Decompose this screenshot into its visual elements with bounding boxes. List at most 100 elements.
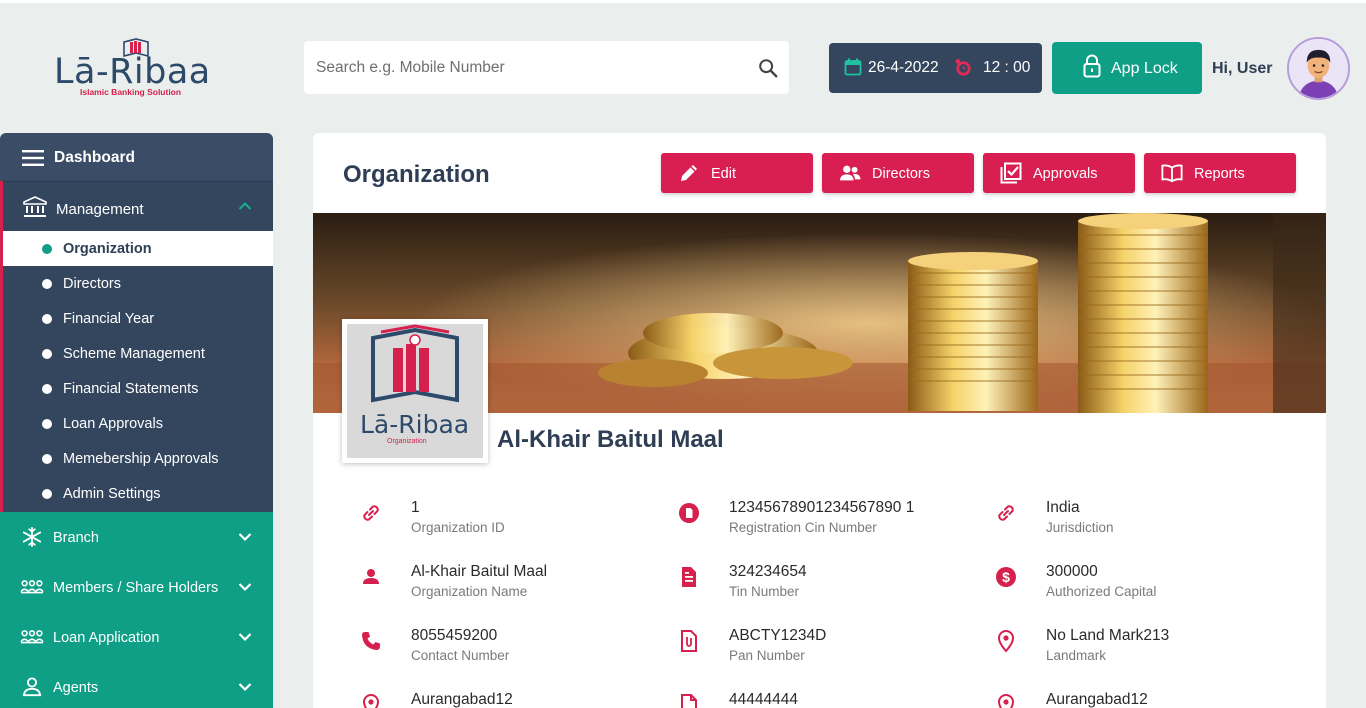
field-address: Aurangabad12 (359, 691, 659, 708)
chevron-down-icon[interactable] (238, 632, 252, 642)
sidebar-subitem-label: Memebership Approvals (63, 451, 219, 467)
organization-logo[interactable]: Lā-Ribaa Organization (342, 319, 488, 463)
approvals-button[interactable]: Approvals (983, 153, 1135, 193)
calendar-icon (844, 58, 862, 76)
phone-icon (362, 632, 380, 650)
field-value: ABCTY1234D (729, 627, 827, 644)
sidebar-item-label: Agents (53, 680, 99, 696)
sidebar-item-label: Members / Share Holders (53, 580, 219, 596)
field-document-number: 44444444 (677, 691, 977, 708)
edit-button-label: Edit (711, 166, 736, 182)
field-value: 8055459200 (411, 627, 498, 644)
sidebar-item-branch[interactable]: Branch (0, 512, 273, 562)
sidebar-subitem-label: Directors (63, 276, 122, 292)
sidebar-item-dashboard[interactable]: Dashboard (0, 133, 273, 181)
file-attach-icon (681, 630, 697, 652)
field-label: Registration Cin Number (729, 520, 877, 535)
field-contact-number: 8055459200 Contact Number (359, 627, 659, 672)
field-organization-id: 1 Organization ID (359, 499, 659, 544)
top-edge (0, 0, 1366, 3)
field-label: Contact Number (411, 648, 510, 663)
chevron-down-icon[interactable] (238, 532, 252, 542)
sidebar-item-label: Branch (53, 530, 99, 546)
link-icon (998, 505, 1014, 521)
field-value: India (1046, 499, 1080, 516)
users-group-icon (20, 580, 44, 594)
people-icon (839, 165, 861, 181)
reports-button[interactable]: Reports (1144, 153, 1296, 193)
logo-tagline: Islamic Banking Solution (80, 87, 182, 97)
field-value: 1 (411, 499, 420, 516)
field-value: 12345678901234567890 1 (729, 499, 915, 516)
field-label: Organization ID (411, 520, 505, 535)
field-registration-cin: 12345678901234567890 1 Registration Cin … (677, 499, 977, 544)
field-value: No Land Mark213 (1046, 627, 1170, 644)
user-greeting: Hi, User (1212, 60, 1273, 77)
org-logo-wordmark: Lā-Ribaa (360, 410, 470, 439)
current-date: 26-4-2022 (868, 59, 939, 76)
approvals-button-label: Approvals (1033, 166, 1098, 182)
user-avatar[interactable] (1287, 37, 1350, 100)
field-landmark: No Land Mark213 Landmark (994, 627, 1294, 672)
page-title: Organization (343, 161, 490, 188)
field-value: 300000 (1046, 563, 1098, 580)
svg-text:$: $ (1002, 569, 1010, 585)
chevron-down-icon[interactable] (238, 682, 252, 692)
edit-button[interactable]: Edit (661, 153, 813, 193)
checklist-icon (1000, 162, 1022, 184)
current-time: 12 : 00 (983, 59, 1031, 76)
location-icon (997, 693, 1015, 708)
bullet-icon (42, 454, 52, 464)
user-icon (22, 677, 42, 697)
field-jurisdiction: India Jurisdiction (994, 499, 1294, 544)
field-value: Al-Khair Baitul Maal (411, 563, 548, 580)
alarm-clock-icon (955, 58, 971, 76)
field-value: 324234654 (729, 563, 807, 580)
sidebar-subitem-loan-approvals[interactable]: Loan Approvals (3, 406, 273, 441)
sidebar-subitem-membership-approvals[interactable]: Memebership Approvals (3, 441, 273, 476)
sidebar-subitem-label: Loan Approvals (63, 416, 163, 432)
bullet-icon (42, 314, 52, 324)
bullet-icon (42, 244, 52, 254)
directors-button-label: Directors (872, 166, 931, 182)
logo-wordmark: Lā-Ribaa (54, 52, 211, 92)
sidebar-management-group: Management Organization Directors Financ… (0, 181, 273, 512)
sidebar-subitem-label: Financial Statements (63, 381, 199, 397)
chevron-up-icon[interactable] (238, 201, 252, 211)
sidebar-subitem-scheme-management[interactable]: Scheme Management (3, 336, 273, 371)
bullet-icon (42, 489, 52, 499)
sidebar-item-loan-application[interactable]: Loan Application (0, 612, 273, 662)
person-icon (363, 569, 379, 584)
search-input[interactable] (316, 41, 746, 94)
logo-book-icon (371, 324, 459, 403)
field-organization-name: Al-Khair Baitul Maal Organization Name (359, 563, 659, 608)
field-label: Jurisdiction (1046, 520, 1114, 535)
field-label: Organization Name (411, 584, 528, 599)
date-time-display: 26-4-2022 12 : 00 (829, 43, 1042, 93)
sidebar-item-members[interactable]: Members / Share Holders (0, 562, 273, 612)
sidebar-subitem-admin-settings[interactable]: Admin Settings (3, 476, 273, 511)
sidebar-subitem-directors[interactable]: Directors (3, 266, 273, 301)
sidebar-subitem-financial-year[interactable]: Financial Year (3, 301, 273, 336)
search-icon[interactable] (757, 57, 779, 79)
field-label: Tin Number (729, 584, 800, 599)
bullet-icon (42, 419, 52, 429)
sidebar-subitem-organization[interactable]: Organization (3, 231, 273, 266)
sidebar: Dashboard Management Organization Direct… (0, 133, 273, 708)
sidebar-item-agents[interactable]: Agents (0, 662, 273, 708)
directors-button[interactable]: Directors (822, 153, 974, 193)
file-text-icon (682, 567, 696, 587)
chevron-down-icon[interactable] (238, 582, 252, 592)
sidebar-item-management[interactable]: Management (3, 181, 273, 231)
app-logo[interactable]: Lā-Ribaa Islamic Banking Solution (54, 36, 224, 100)
field-pan-number: ABCTY1234D Pan Number (677, 627, 977, 672)
app-lock-button[interactable]: App Lock (1052, 42, 1202, 94)
sidebar-secondary-group: Branch Members / Share Holders Loan Appl… (0, 512, 273, 708)
field-value: 44444444 (729, 691, 798, 708)
snowflake-icon (22, 527, 42, 547)
sidebar-subitem-label: Admin Settings (63, 486, 161, 502)
field-authorized-capital: $ 300000 Authorized Capital (994, 563, 1294, 608)
sidebar-subitem-financial-statements[interactable]: Financial Statements (3, 371, 273, 406)
sidebar-subitem-label: Financial Year (63, 311, 155, 327)
bullet-icon (42, 349, 52, 359)
